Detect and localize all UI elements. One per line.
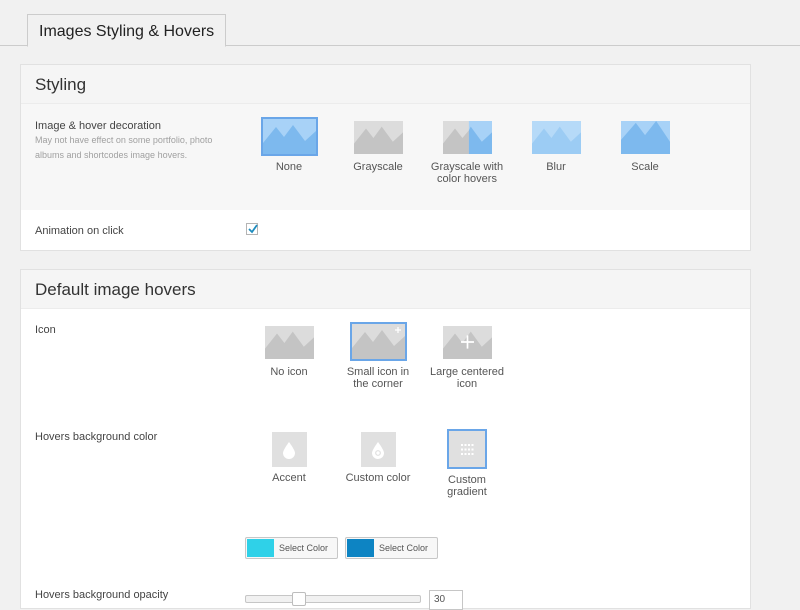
image-large-centered-icon (441, 324, 494, 361)
icon-option-large-centered[interactable]: Large centered icon (421, 324, 513, 390)
icon-option-label: No icon (270, 366, 308, 378)
animation-checkbox[interactable] (246, 223, 258, 235)
image-grayscale-icon (352, 119, 405, 156)
bg-option-custom-gradient[interactable]: Custom gradient (431, 429, 503, 498)
decoration-option-label: Grayscale (353, 161, 403, 173)
gradient-grid-icon (447, 429, 487, 469)
decoration-option-label: Scale (631, 161, 659, 173)
icon-option-label: Small icon in the corner (346, 366, 410, 390)
opacity-slider-handle[interactable] (292, 592, 306, 606)
opacity-label: Hovers background opacity (35, 589, 169, 601)
checkmark-icon (248, 224, 258, 234)
icon-option-no-icon[interactable]: No icon (259, 324, 319, 378)
bg-option-label: Custom gradient (447, 474, 487, 498)
styling-panel-title: Styling (21, 65, 750, 104)
decoration-label: Image & hover decoration (35, 120, 161, 132)
tab-images-styling[interactable]: Images Styling & Hovers (27, 14, 227, 47)
decoration-option-label: Grayscale with color hovers (430, 161, 504, 185)
bg-option-label: Custom color (345, 472, 411, 484)
gradient-color-picker-2[interactable]: Select Color (345, 537, 438, 559)
animation-label: Animation on click (35, 225, 124, 237)
decoration-option-label: Blur (546, 161, 566, 173)
icon-label: Icon (35, 324, 56, 336)
image-grayscale-color-icon (441, 119, 494, 156)
decoration-option-grayscale[interactable]: Grayscale (348, 119, 408, 173)
icon-option-label: Large centered icon (430, 366, 504, 390)
opacity-input[interactable]: 30 (429, 590, 463, 610)
custom-color-drop-icon (360, 432, 396, 467)
bg-option-custom-color[interactable]: Custom color (341, 432, 415, 484)
decoration-option-blur[interactable]: Blur (526, 119, 586, 173)
select-color-label: Select Color (379, 543, 429, 553)
opacity-slider[interactable] (245, 595, 421, 603)
styling-panel: Styling Image & hover decoration May not… (20, 64, 751, 251)
hovers-panel: Default image hovers Icon No icon Small … (20, 269, 751, 610)
image-small-corner-icon (349, 322, 407, 361)
color-swatch (247, 539, 274, 557)
select-color-label: Select Color (279, 543, 329, 553)
image-none-icon (260, 117, 318, 156)
decoration-option-none[interactable]: None (259, 117, 319, 173)
bg-color-label: Hovers background color (35, 431, 158, 443)
image-no-icon-icon (263, 324, 316, 361)
accent-drop-icon (271, 432, 307, 467)
icon-option-small-corner[interactable]: Small icon in the corner (341, 322, 415, 390)
bg-option-accent[interactable]: Accent (259, 432, 319, 484)
decoration-option-grayscale-color-hovers[interactable]: Grayscale with color hovers (421, 119, 513, 185)
image-blur-icon (530, 119, 583, 156)
tab-bar: Images Styling & Hovers (0, 0, 800, 47)
hovers-panel-title: Default image hovers (21, 270, 750, 309)
decoration-option-label: None (275, 161, 303, 173)
image-scale-icon (619, 119, 672, 156)
decoration-option-scale[interactable]: Scale (615, 119, 675, 173)
bg-option-label: Accent (272, 472, 306, 484)
decoration-description: May not have effect on some portfolio, p… (35, 135, 213, 160)
gradient-color-picker-1[interactable]: Select Color (245, 537, 338, 559)
color-swatch (347, 539, 374, 557)
